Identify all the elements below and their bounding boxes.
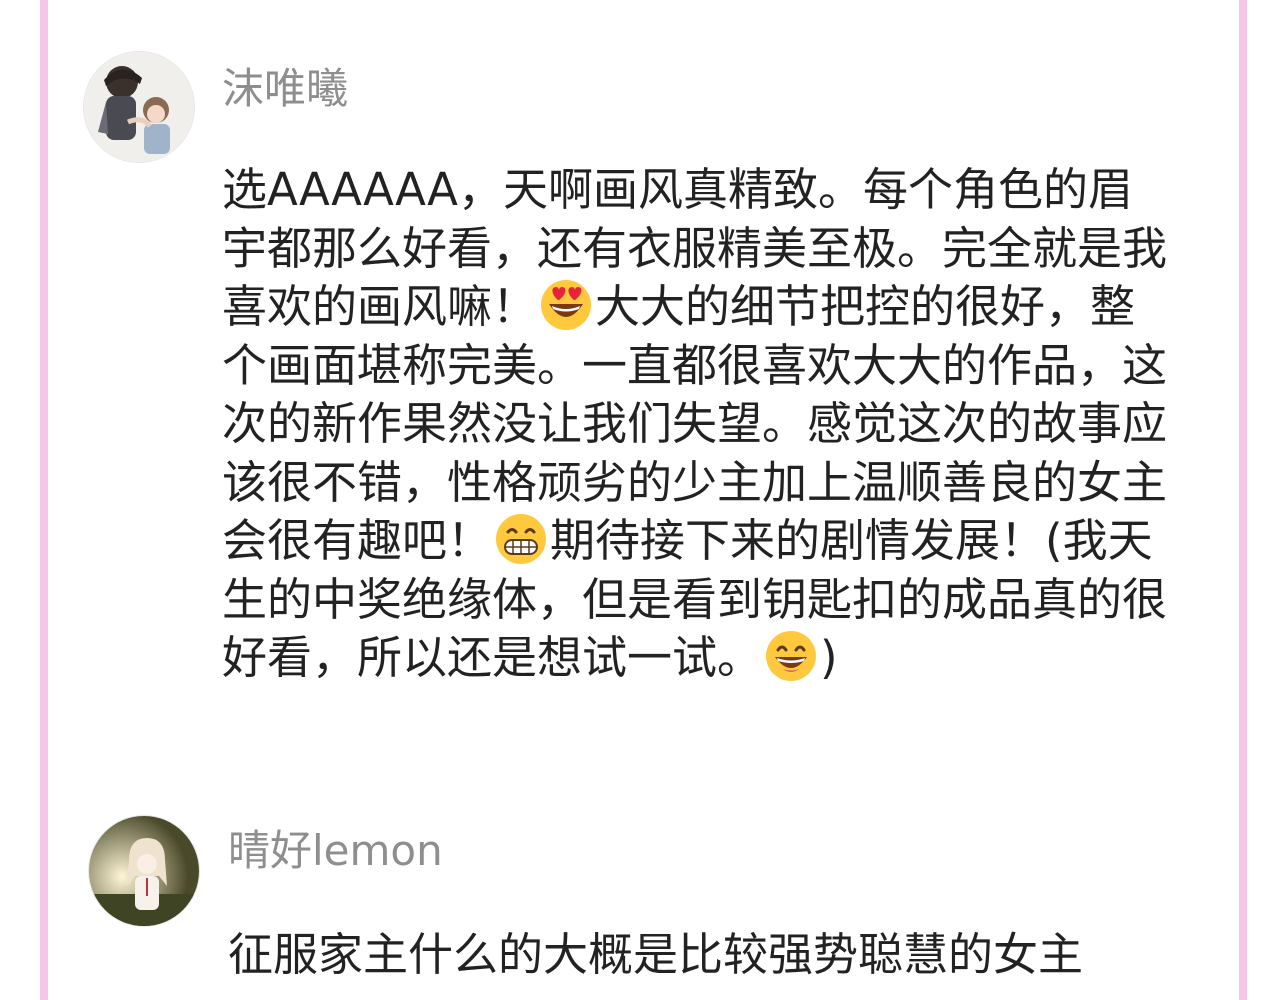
comment-text: 征服家主什么的大概是比较强势聪慧的女主 [228, 926, 1178, 985]
user-avatar[interactable] [89, 816, 199, 926]
grin-emoji [494, 512, 548, 566]
user-avatar[interactable] [84, 52, 194, 162]
page-frame-left-border [40, 0, 48, 1000]
comment-text-segment: ) [820, 631, 838, 684]
comment-text: 选AAAAAA，天啊画风真精致。每个角色的眉宇都那么好看，还有衣服精美至极。完全… [222, 161, 1177, 688]
smile-emoji [764, 629, 818, 683]
heart-eyes-emoji [539, 278, 593, 332]
page-frame-right-border [1239, 0, 1247, 1000]
comment-username[interactable]: 沫唯曦 [222, 68, 348, 110]
comment-text-segment: 征服家主什么的大概是比较强势聪慧的女主 [228, 928, 1084, 981]
comment-username[interactable]: 晴好lemon [228, 830, 443, 872]
